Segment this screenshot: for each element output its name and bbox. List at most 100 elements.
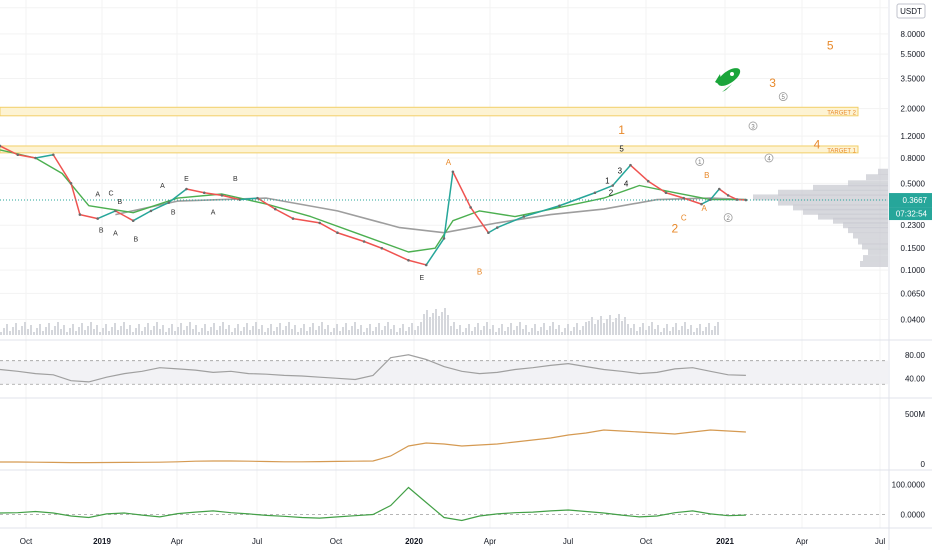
wave-label: B	[99, 228, 104, 235]
volume-bar	[438, 316, 440, 335]
wave-label: 1	[618, 123, 625, 137]
volume-bar	[288, 322, 290, 335]
wave-label: B	[134, 236, 139, 243]
volume-bar	[714, 326, 716, 335]
volume-bar	[450, 326, 452, 335]
osc-tick-label: 100.0000	[892, 481, 926, 490]
volume-bar	[285, 326, 287, 335]
volume-bar	[27, 329, 29, 335]
price-point	[452, 170, 455, 173]
volume-bar	[351, 326, 353, 335]
price-tick-label: 3.5000	[901, 74, 926, 83]
chart-root: TARGET 2TARGET 1 12345ABCABACBBABAEBBAE5…	[0, 0, 932, 550]
volume-bar	[399, 328, 401, 335]
price-point	[34, 157, 37, 160]
volume-bar	[195, 325, 197, 335]
volume-bar	[372, 331, 374, 335]
volume-bar	[435, 309, 437, 335]
wave-label: 3	[618, 167, 623, 176]
volume-bar	[537, 331, 539, 335]
volume-bar	[684, 322, 686, 335]
volume-bar	[36, 328, 38, 335]
volume-bar	[72, 324, 74, 335]
volume-bar	[441, 312, 443, 335]
volume-bar	[210, 327, 212, 335]
volume-bar	[99, 332, 101, 335]
volume-bar	[582, 326, 584, 335]
price-point	[79, 213, 82, 216]
volume-bar	[561, 332, 563, 335]
profile-bar	[860, 261, 888, 267]
current-price-label: 0.3667	[903, 196, 928, 205]
time-tick-label: 2021	[716, 537, 734, 546]
price-tick-label: 8.0000	[901, 30, 926, 39]
volume-bar	[135, 328, 137, 335]
volume-bar	[276, 327, 278, 335]
price-tick-label: 0.0400	[901, 315, 926, 324]
volume-bar	[570, 331, 572, 335]
volume-bar	[498, 328, 500, 335]
wave-label: 3	[769, 76, 776, 90]
volume-bar	[471, 331, 473, 335]
volume-bar	[129, 325, 131, 335]
volume-bar	[186, 326, 188, 335]
time-tick-label: 2019	[93, 537, 111, 546]
price-chart[interactable]: TARGET 2TARGET 1 12345ABCABACBBABAEBBAE5…	[0, 0, 932, 550]
volume-bar	[81, 323, 83, 335]
profile-bar	[862, 243, 888, 249]
profile-bar	[866, 174, 888, 180]
volume-bar	[222, 322, 224, 335]
volume-bar	[396, 332, 398, 335]
volume-bar	[495, 332, 497, 335]
volume-bar	[300, 328, 302, 335]
volume-bar	[483, 326, 485, 335]
volume-bar	[552, 322, 554, 335]
volume-bar	[267, 328, 269, 335]
price-point	[363, 240, 366, 243]
volume-bar	[480, 330, 482, 335]
volume-bar	[69, 328, 71, 335]
countdown-label: 07:32:54	[896, 210, 928, 219]
volume-bar	[501, 324, 503, 335]
volume-bar	[66, 332, 68, 335]
volume-bar	[9, 331, 11, 335]
obv-tick-label: 0	[921, 460, 926, 469]
price-point	[736, 198, 739, 201]
volume-bar	[42, 331, 44, 335]
price-point	[381, 247, 384, 250]
price-point	[274, 208, 277, 211]
volume-bar	[60, 329, 62, 335]
volume-bar	[342, 327, 344, 335]
volume-bar	[321, 322, 323, 335]
volume-bar	[159, 329, 161, 335]
price-tick-label: 0.1000	[901, 266, 926, 275]
volume-bar	[594, 324, 596, 335]
osc-tick-label: 0.0000	[901, 511, 926, 520]
volume-bar	[144, 327, 146, 335]
volume-bar	[618, 314, 620, 335]
volume-bar	[717, 322, 719, 335]
currency-label: USDT	[900, 7, 922, 16]
price-point	[70, 182, 73, 185]
price-tick-label: 1.2000	[901, 132, 926, 141]
wave-label: A	[211, 210, 216, 217]
volume-bar	[369, 324, 371, 335]
target-label: TARGET 1	[827, 148, 856, 154]
volume-bar	[102, 328, 104, 335]
volume-bar	[96, 325, 98, 335]
volume-bar	[63, 325, 65, 335]
price-tick-label: 0.8000	[901, 154, 926, 163]
volume-bar	[345, 323, 347, 335]
volume-bar	[687, 329, 689, 335]
volume-bar	[147, 323, 149, 335]
volume-bar	[6, 324, 8, 335]
volume-bar	[636, 331, 638, 335]
volume-bar	[531, 328, 533, 335]
price-point	[469, 206, 472, 209]
time-tick-label: Jul	[563, 537, 573, 546]
volume-bar	[162, 325, 164, 335]
volume-bar	[648, 326, 650, 335]
price-point	[523, 215, 526, 218]
volume-bar	[228, 325, 230, 335]
volume-bar	[0, 332, 2, 335]
